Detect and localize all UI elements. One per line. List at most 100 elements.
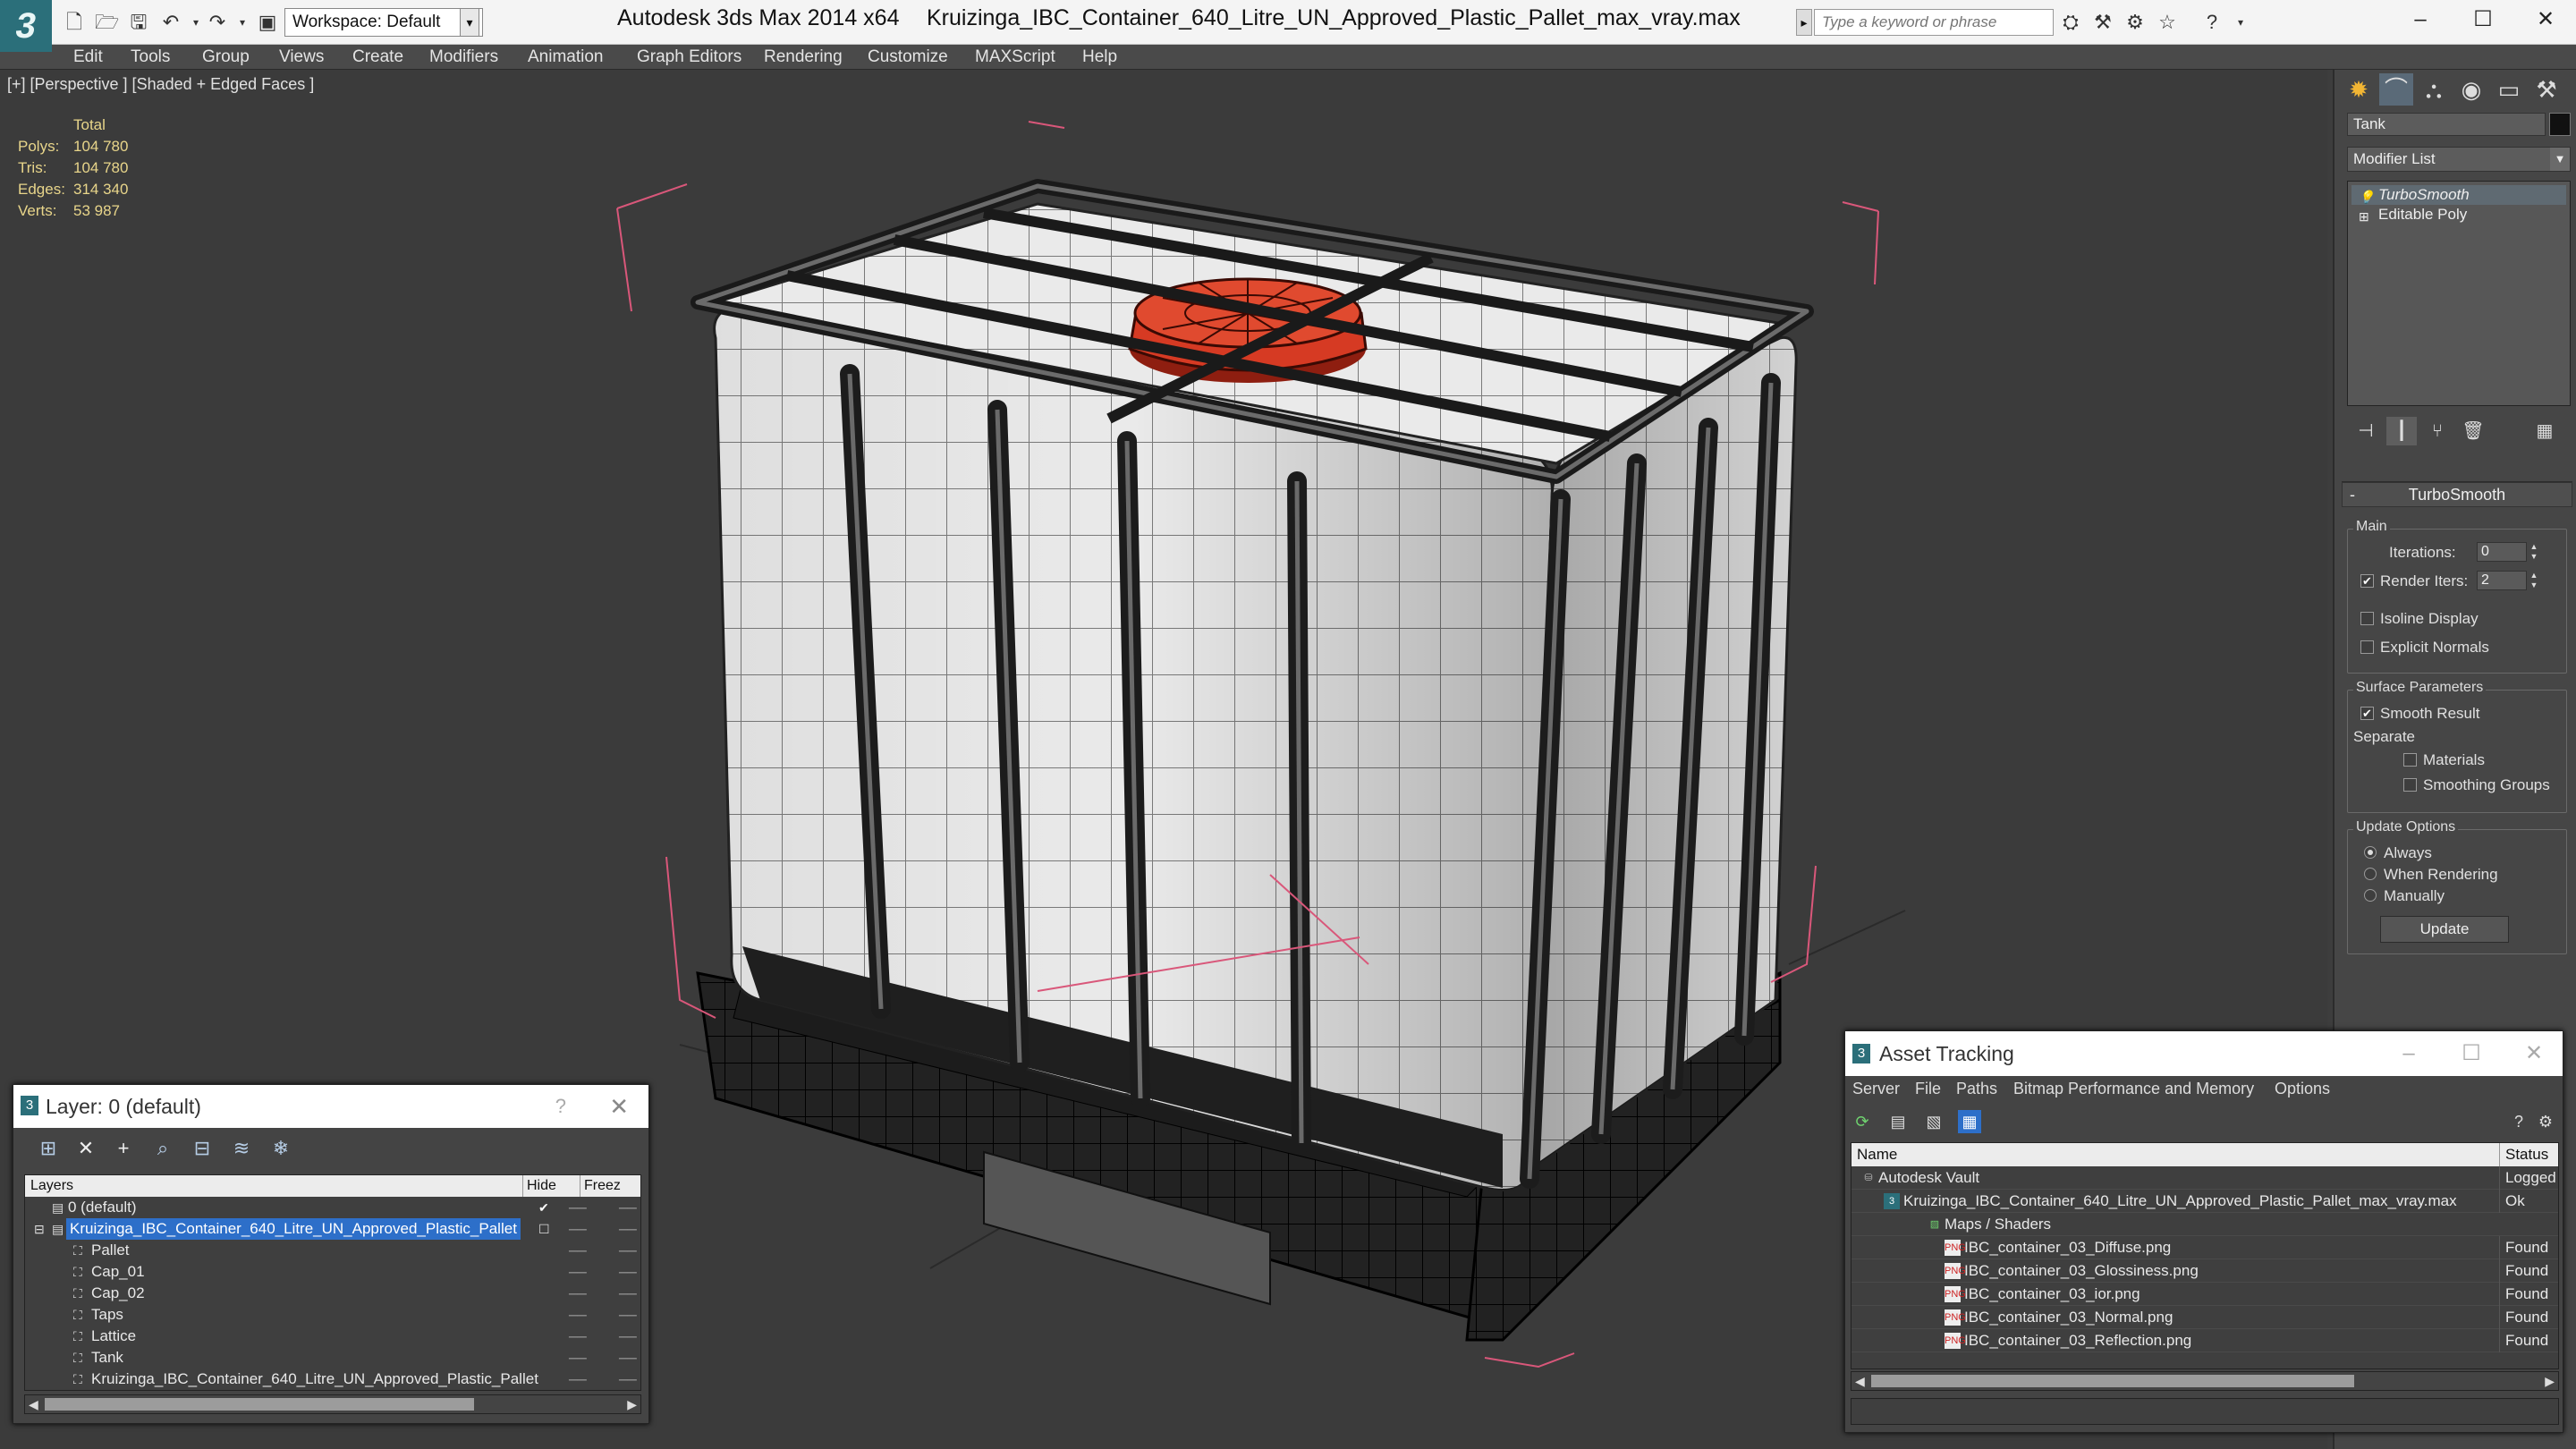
- render-iters-checkbox[interactable]: ✔: [2360, 574, 2374, 588]
- layer-row[interactable]: ⊟ ▤ Kruizinga_IBC_Container_640_Litre_UN_A…: [25, 1218, 640, 1240]
- col-hide[interactable]: Hide: [522, 1175, 556, 1197]
- hide-toggle[interactable]: ──: [569, 1197, 587, 1218]
- asset-row[interactable]: PNG IBC_container_03_Diffuse.png Found: [1852, 1236, 2558, 1259]
- favorites-star-icon[interactable]: ☆: [2154, 9, 2181, 36]
- menu-bitmap-performance[interactable]: Bitmap Performance and Memory: [2013, 1076, 2254, 1101]
- freeze-toggle[interactable]: ──: [619, 1197, 637, 1218]
- list-view-icon[interactable]: ▤: [1886, 1110, 1910, 1133]
- freeze-toggle[interactable]: ──: [619, 1368, 637, 1390]
- select-layer-icon[interactable]: ⊟: [189, 1135, 216, 1162]
- render-iters-spinner[interactable]: 2: [2477, 571, 2527, 590]
- object-color-swatch[interactable]: [2549, 113, 2571, 136]
- menu-file[interactable]: File: [1915, 1076, 1941, 1101]
- workspace-dropdown[interactable]: Workspace: Default ▾: [284, 8, 483, 37]
- refresh-icon[interactable]: ⟳: [1851, 1110, 1874, 1133]
- layer-row[interactable]: ⛶ Kruizinga_IBC_Container_640_Litre_UN_Ap…: [25, 1368, 640, 1390]
- menu-edit[interactable]: Edit: [73, 45, 103, 70]
- hide-toggle[interactable]: ──: [569, 1261, 587, 1283]
- materials-checkbox[interactable]: [2403, 753, 2417, 767]
- freeze-toggle[interactable]: ──: [619, 1283, 637, 1304]
- hide-toggle[interactable]: ──: [569, 1283, 587, 1304]
- project-folder-icon[interactable]: ▣: [256, 11, 279, 34]
- help-button[interactable]: ?: [555, 1085, 566, 1128]
- undo-dropdown-icon[interactable]: ▾: [184, 11, 208, 34]
- table-view-icon[interactable]: ▦: [1958, 1110, 1981, 1133]
- col-layers[interactable]: Layers: [30, 1175, 73, 1197]
- scroll-right-icon[interactable]: ▶: [627, 1395, 637, 1413]
- manually-radio[interactable]: [2364, 889, 2377, 902]
- layer-row[interactable]: ⛶ Cap_01 ── ──: [25, 1261, 640, 1283]
- spinner-arrows-icon[interactable]: ▲ ▼: [2529, 542, 2539, 562]
- modifier-list-dropdown[interactable]: Modifier List ▼: [2347, 147, 2571, 172]
- isoline-display-checkbox[interactable]: [2360, 612, 2374, 625]
- lightbulb-icon[interactable]: 💡: [2359, 187, 2374, 207]
- hierarchy-tab-icon[interactable]: ⛬: [2417, 73, 2451, 106]
- configure-modifier-sets-icon[interactable]: ▦: [2529, 417, 2560, 445]
- viewport-label-menu[interactable]: [+] [Perspective ] [Shaded + Edged Faces…: [7, 75, 314, 94]
- menu-customize[interactable]: Customize: [868, 45, 948, 70]
- delete-layer-icon[interactable]: ✕: [72, 1135, 99, 1162]
- layer-row[interactable]: ⛶ Lattice ── ──: [25, 1326, 640, 1347]
- asset-path-field[interactable]: [1851, 1398, 2559, 1425]
- freeze-toggle[interactable]: ──: [619, 1261, 637, 1283]
- asset-tracking-titlebar[interactable]: 3 Asset Tracking – ☐ ✕: [1845, 1031, 2563, 1076]
- search-input[interactable]: [1814, 9, 2054, 36]
- maximize-icon[interactable]: ☐: [2456, 2, 2510, 38]
- when-rendering-radio[interactable]: [2364, 868, 2377, 880]
- asset-row[interactable]: PNG IBC_container_03_ior.png Found: [1852, 1283, 2558, 1306]
- scroll-left-icon[interactable]: ◀: [1855, 1372, 1865, 1390]
- always-radio[interactable]: [2364, 846, 2377, 859]
- stack-item-turbosmooth[interactable]: 💡 TurboSmooth: [2351, 185, 2566, 205]
- thumbnail-view-icon[interactable]: ▧: [1922, 1110, 1945, 1133]
- hide-toggle[interactable]: ──: [569, 1326, 587, 1347]
- layer-row[interactable]: ⛶ Tank ── ──: [25, 1347, 640, 1368]
- menu-views[interactable]: Views: [279, 45, 324, 70]
- rollout-header[interactable]: - TurboSmooth: [2342, 482, 2572, 507]
- add-to-layer-icon[interactable]: +: [110, 1135, 137, 1162]
- menu-help[interactable]: Help: [1082, 45, 1117, 70]
- expand-icon[interactable]: ⊞: [2359, 207, 2369, 226]
- new-file-icon[interactable]: 🗋: [63, 11, 86, 34]
- freeze-all-icon[interactable]: ❄: [267, 1135, 294, 1162]
- iterations-spinner[interactable]: 0: [2477, 542, 2527, 562]
- freeze-toggle[interactable]: ──: [619, 1240, 637, 1261]
- remove-modifier-icon[interactable]: 🗑: [2458, 417, 2488, 445]
- asset-row[interactable]: PNG IBC_container_03_Glossiness.png Found: [1852, 1259, 2558, 1283]
- hide-toggle[interactable]: ──: [569, 1304, 587, 1326]
- menu-tools[interactable]: Tools: [131, 45, 170, 70]
- asset-horizontal-scrollbar[interactable]: ◀ ▶: [1851, 1371, 2559, 1391]
- freeze-toggle[interactable]: ──: [619, 1347, 637, 1368]
- show-end-result-icon[interactable]: ┃: [2386, 417, 2417, 445]
- scroll-left-icon[interactable]: ◀: [29, 1395, 38, 1413]
- motion-tab-icon[interactable]: ◉: [2454, 73, 2488, 106]
- col-name[interactable]: Name: [1857, 1143, 1897, 1166]
- search-expand-icon[interactable]: ▸: [1796, 9, 1812, 36]
- menu-paths[interactable]: Paths: [1956, 1076, 1997, 1101]
- modify-tab-icon[interactable]: ⌒: [2379, 73, 2413, 106]
- scrollbar-thumb[interactable]: [45, 1398, 474, 1411]
- close-icon[interactable]: ✕: [609, 1085, 629, 1128]
- subscription-icon[interactable]: ⚒: [2089, 9, 2116, 36]
- menu-maxscript[interactable]: MAXScript: [975, 45, 1055, 70]
- menu-options[interactable]: Options: [2275, 1076, 2330, 1101]
- layer-row[interactable]: ⛶ Cap_02 ── ──: [25, 1283, 640, 1304]
- collapse-icon[interactable]: ⊟: [34, 1218, 45, 1240]
- stack-item-editable-poly[interactable]: ⊞ Editable Poly: [2351, 205, 2566, 225]
- freeze-toggle[interactable]: ──: [619, 1304, 637, 1326]
- help-icon[interactable]: ?: [2199, 9, 2225, 36]
- update-button[interactable]: Update: [2380, 916, 2509, 943]
- asset-row[interactable]: ⛁ Autodesk Vault Logged: [1852, 1166, 2558, 1190]
- redo-icon[interactable]: ↷: [206, 11, 229, 34]
- pin-stack-icon[interactable]: ⊣: [2351, 417, 2381, 445]
- col-freeze[interactable]: Freez: [580, 1175, 640, 1197]
- menu-create[interactable]: Create: [352, 45, 403, 70]
- redo-dropdown-icon[interactable]: ▾: [231, 11, 254, 34]
- hide-toggle[interactable]: ──: [569, 1240, 587, 1261]
- settings-icon[interactable]: ⚙: [2534, 1110, 2557, 1133]
- menu-group[interactable]: Group: [202, 45, 250, 70]
- asset-row[interactable]: 3 Kruizinga_IBC_Container_640_Litre_UN_Ap…: [1852, 1190, 2558, 1213]
- asset-row[interactable]: PNG IBC_container_03_Normal.png Found: [1852, 1306, 2558, 1329]
- new-layer-icon[interactable]: ⊞: [35, 1135, 62, 1162]
- select-objects-icon[interactable]: ⌕: [149, 1135, 176, 1162]
- utilities-tab-icon[interactable]: ⚒: [2529, 73, 2563, 106]
